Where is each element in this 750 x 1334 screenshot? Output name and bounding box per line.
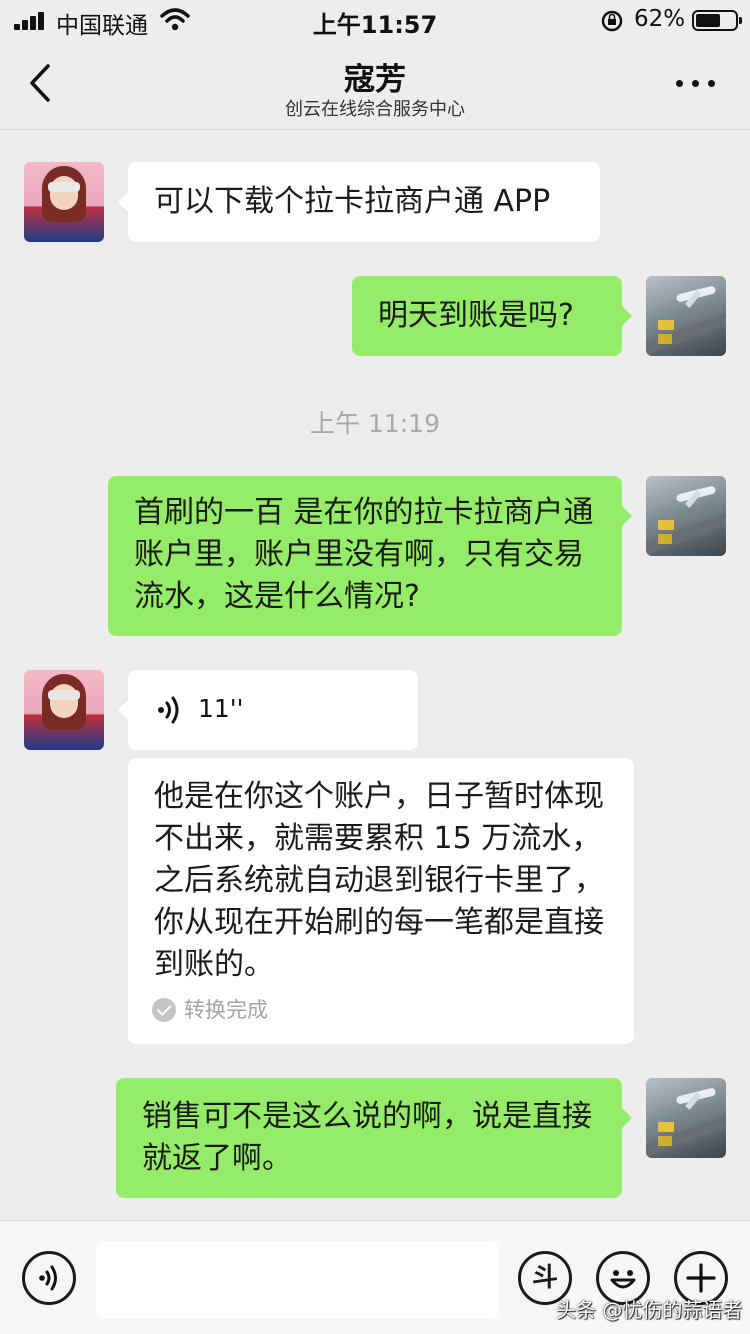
status-bar: 中国联通 上午11:57 62% [0, 0, 750, 40]
message-bubble-outgoing[interactable]: 首刷的一百 是在你的拉卡拉商户通账户里，账户里没有啊，只有交易流水，这是什么情况… [108, 476, 632, 636]
message-text: 首刷的一百 是在你的拉卡拉商户通账户里，账户里没有啊，只有交易流水，这是什么情况… [134, 495, 594, 614]
more-horizontal-icon[interactable] [672, 70, 718, 96]
chat-title: 寇芳 [344, 62, 406, 98]
voice-transcription-bubble[interactable]: 他是在你这个账户，日子暂时体现不出来，就需要累积 15 万流水，之后系统就自动退… [128, 758, 634, 1044]
voice-duration: 11'' [198, 694, 244, 723]
message-text: 销售可不是这么说的啊，说是直接就返了啊。 [142, 1099, 592, 1176]
contact-avatar[interactable] [24, 162, 104, 242]
chat-header: 寇芳 创云在线综合服务中心 [0, 40, 750, 130]
voice-icon [39, 1265, 57, 1291]
message-bubble-incoming[interactable]: 可以下载个拉卡拉商户通 APP [118, 162, 600, 242]
check-circle-icon [152, 998, 176, 1022]
voice-wave-icon [158, 696, 179, 724]
message-text: 可以下载个拉卡拉商户通 APP [154, 184, 551, 219]
my-avatar[interactable] [646, 1078, 726, 1158]
battery-icon [692, 10, 742, 31]
voice-input-button[interactable] [22, 1251, 76, 1305]
voice-message-bubble[interactable]: 11'' [118, 670, 418, 750]
message-bubble-outgoing[interactable]: 销售可不是这么说的啊，说是直接就返了啊。 [116, 1078, 632, 1198]
chat-subtitle: 创云在线综合服务中心 [285, 99, 465, 120]
sticker-label: 斗 [531, 1263, 558, 1293]
timestamp: 上午 11:19 [310, 409, 440, 438]
battery-percent: 62% [634, 6, 686, 32]
transcription-text: 他是在你这个账户，日子暂时体现不出来，就需要累积 15 万流水，之后系统就自动退… [154, 779, 604, 982]
my-avatar[interactable] [646, 276, 726, 356]
contact-avatar[interactable] [24, 670, 104, 750]
transcription-status-label: 转换完成 [184, 998, 268, 1022]
message-bubble-outgoing[interactable]: 明天到账是吗? [352, 276, 632, 356]
message-text: 明天到账是吗? [378, 298, 574, 333]
my-avatar[interactable] [646, 476, 726, 556]
message-input[interactable] [96, 1241, 498, 1319]
rotation-lock-icon [601, 10, 623, 32]
watermark: 头条 @忧伤的蒜语者 [556, 1298, 743, 1322]
